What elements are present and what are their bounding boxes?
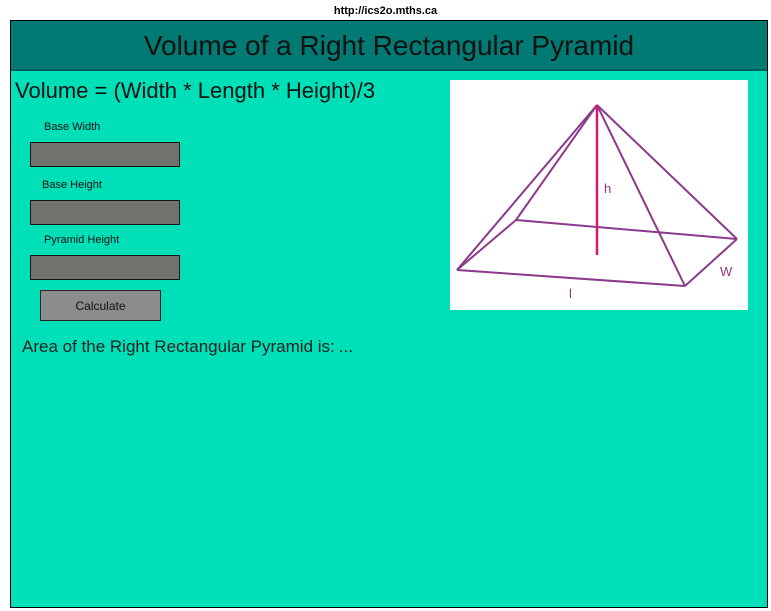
page-header: Volume of a Right Rectangular Pyramid (11, 21, 767, 71)
base-edge-back (515, 219, 738, 240)
volume-formula: Volume = (Width * Length * Height)/3 (15, 78, 376, 103)
base-edge-front (456, 269, 686, 287)
base-height-label: Base Height (42, 179, 102, 191)
browser-url: http://ics2o.mths.ca (0, 0, 771, 20)
result-value: ... (338, 337, 353, 356)
page-title: Volume of a Right Rectangular Pyramid (143, 30, 635, 61)
lateral-edge-back-right (596, 104, 738, 240)
pyramid-illustration: h W l (456, 104, 738, 301)
width-label: W (720, 264, 733, 279)
pyramid-height-input[interactable] (30, 255, 180, 280)
length-label: l (569, 286, 572, 301)
pyramid-diagram: h W l (450, 80, 748, 310)
calculate-button[interactable]: Calculate (40, 290, 161, 321)
result-text: Area of the Right Rectangular Pyramid is… (22, 337, 353, 357)
lateral-edge-back-left (515, 104, 598, 221)
result-label: Area of the Right Rectangular Pyramid is… (22, 337, 335, 356)
base-edge-left (456, 219, 517, 271)
pyramid-height-label: Pyramid Height (44, 234, 120, 246)
base-width-input[interactable] (30, 142, 180, 167)
base-height-input[interactable] (30, 200, 180, 225)
height-label: h (604, 181, 611, 196)
lateral-edge-front-left (456, 104, 598, 271)
base-width-label: Base Width (44, 121, 101, 133)
app-container: Volume of a Right Rectangular Pyramid Vo… (10, 20, 768, 608)
